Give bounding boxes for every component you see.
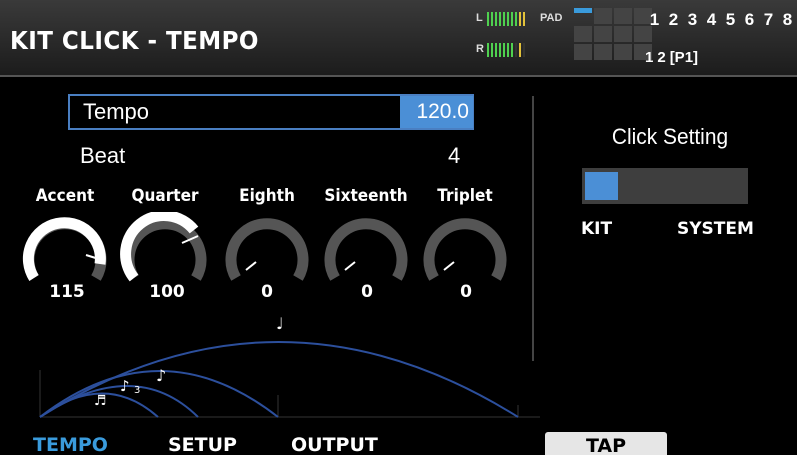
pad-cell — [574, 8, 592, 13]
pad-cell — [574, 26, 592, 42]
kit-number: 7 — [763, 10, 774, 29]
pad-cell — [614, 44, 632, 60]
knob-label-accent: Accent — [35, 186, 95, 206]
kit-number: 3 — [687, 10, 698, 29]
knob-value-sixteenth: 0 — [361, 282, 373, 302]
knob-value-accent: 115 — [49, 282, 85, 302]
knob-eighth[interactable] — [222, 212, 312, 282]
panel-divider — [532, 96, 534, 361]
knob-value-eighth: 0 — [261, 282, 273, 302]
pad-cell — [594, 26, 612, 42]
knob-label-triplet: Triplet — [437, 186, 493, 206]
bank-page: [P1] — [669, 49, 699, 66]
eighth-note-icon: ♪ — [156, 366, 166, 385]
pad-cell — [614, 8, 632, 24]
meter-left-label: L — [476, 12, 483, 24]
level-meter-left — [487, 12, 525, 26]
pad-cell — [614, 26, 632, 42]
sixteenth-note-icon: ♬ — [94, 393, 107, 409]
kit-number-row: 1 2 3 4 5 6 7 8 — [645, 10, 797, 30]
bank-number: 2 — [657, 49, 666, 66]
pad-cell — [594, 44, 612, 60]
pad-cell — [574, 44, 592, 60]
knob-label-eighth: Eighth — [239, 186, 295, 206]
knob-label-quarter: Quarter — [131, 186, 199, 206]
kit-number: 5 — [725, 10, 736, 29]
page-title: KIT CLICK - TEMPO — [10, 26, 259, 55]
knob-sixteenth[interactable] — [321, 212, 411, 282]
tab-setup[interactable]: SETUP — [168, 434, 237, 455]
knob-value-triplet: 0 — [460, 282, 472, 302]
click-option-kit[interactable]: KIT — [581, 219, 612, 239]
tempo-label: Tempo — [83, 99, 150, 124]
kit-number: 4 — [706, 10, 717, 29]
triplet-three-icon: 3 — [134, 385, 140, 396]
pad-grid — [574, 8, 652, 60]
tab-output[interactable]: OUTPUT — [291, 434, 378, 455]
click-setting-switch-handle[interactable] — [585, 172, 618, 200]
quarter-note-icon: ♩ — [276, 314, 284, 333]
tap-button[interactable]: TAP — [545, 432, 667, 455]
meter-right-label: R — [476, 43, 484, 55]
bank-number-row: 1 2 [P1] — [645, 49, 698, 66]
knob-value-quarter: 100 — [149, 282, 185, 302]
triplet-note-icon: ♪ — [120, 377, 130, 395]
header-bar: KIT CLICK - TEMPO L R PAD 1 2 3 4 5 6 7 … — [0, 0, 797, 77]
click-option-system[interactable]: SYSTEM — [677, 219, 754, 239]
pad-cell — [594, 8, 612, 24]
kit-number: 2 — [668, 10, 679, 29]
knob-label-sixteenth: Sixteenth — [324, 186, 408, 206]
bank-number: 1 — [645, 49, 654, 66]
knob-accent[interactable] — [20, 212, 110, 282]
beat-value[interactable]: 4 — [448, 143, 460, 169]
kit-number: 6 — [744, 10, 755, 29]
beat-label[interactable]: Beat — [80, 143, 125, 169]
kit-number: 1 — [649, 10, 660, 29]
click-rhythm-graph: ♩ ♪ ♪ 3 ♬ — [39, 314, 540, 418]
tempo-value[interactable]: 120.0 — [400, 96, 473, 128]
click-setting-title: Click Setting — [611, 124, 729, 149]
pad-label: PAD — [540, 12, 563, 24]
knob-quarter[interactable] — [120, 212, 210, 282]
level-meter-right — [487, 43, 525, 57]
kit-number: 8 — [782, 10, 793, 29]
screen: KIT CLICK - TEMPO L R PAD 1 2 3 4 5 6 7 … — [0, 0, 797, 455]
tab-tempo[interactable]: TEMPO — [33, 434, 108, 455]
knob-triplet[interactable] — [420, 212, 510, 282]
